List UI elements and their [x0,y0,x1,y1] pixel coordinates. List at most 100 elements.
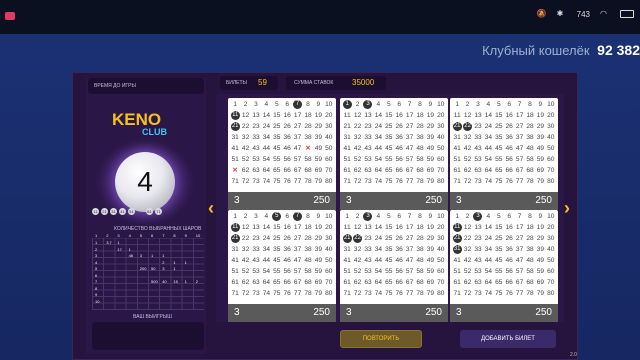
ticket-number[interactable]: 17 [292,111,302,121]
ticket-number[interactable]: 4 [261,100,271,110]
ticket-number[interactable]: 68 [525,166,535,176]
ticket-number[interactable]: 6 [504,100,514,110]
ticket-number[interactable]: 61 [452,278,462,288]
ticket-number[interactable]: 74 [483,177,493,187]
ticket-number[interactable]: 31 [452,245,462,254]
ticket-number[interactable]: 45 [494,256,504,266]
ticket-number[interactable]: 30 [436,122,446,132]
ticket-number[interactable]: 61 [342,278,352,288]
ticket-number[interactable]: 51 [230,155,240,165]
ticket-number[interactable]: 51 [452,267,462,277]
ticket-number[interactable]: 11 [452,223,462,232]
ticket-number[interactable]: 26 [504,234,514,244]
ticket-number[interactable]: 55 [272,267,282,277]
ticket-number[interactable]: 45 [384,256,394,266]
ticket-number[interactable]: 80 [324,177,334,187]
ticket-number[interactable]: 46 [504,256,514,266]
ticket-number[interactable]: 1 [452,212,462,222]
ticket-number[interactable]: 14 [483,111,493,121]
ticket-number[interactable]: 9 [535,212,545,222]
ticket-number[interactable]: 1 [342,212,352,222]
ticket-number[interactable]: 77 [404,177,414,187]
ticket-number[interactable]: 56 [504,155,514,165]
ticket-number[interactable]: 64 [373,166,383,176]
ticket-number[interactable]: 49 [535,256,545,266]
ticket-card[interactable]: 1 2 3 4 5 6 7 8 9 10 11 12 13 14 15 16 17 18 19 20 21 22 23 24 2… [450,210,558,322]
ticket-number[interactable]: 48 [525,256,535,266]
ticket-number[interactable]: 38 [525,133,535,143]
ticket-number[interactable]: 5 [272,100,282,110]
ticket-number[interactable]: 58 [415,155,425,165]
ticket-number[interactable]: 20 [324,111,334,121]
ticket-number[interactable]: 42 [352,144,362,154]
ticket-number[interactable]: 4 [483,100,493,110]
ticket-number[interactable]: 73 [251,177,261,187]
ticket-number[interactable]: 45 [272,256,282,266]
ticket-number[interactable]: 29 [425,234,435,244]
ticket-number[interactable]: ✕ [303,144,313,154]
ticket-number[interactable]: 3 [251,100,261,110]
ticket-number[interactable]: 76 [282,177,292,187]
ticket-number[interactable]: 55 [494,155,504,165]
ticket-number[interactable]: 79 [313,177,323,187]
ticket-number[interactable]: 71 [452,177,462,187]
ticket-number[interactable]: 38 [303,245,313,255]
ticket-number[interactable]: 78 [303,289,313,299]
ticket-number[interactable]: 2 [462,212,472,222]
ticket-number[interactable]: 59 [425,267,435,277]
ticket-number[interactable]: 38 [415,245,425,255]
ticket-number[interactable]: 54 [373,155,383,165]
ticket-number[interactable]: 75 [494,177,504,187]
ticket-number[interactable]: 7 [514,100,524,110]
ticket-number[interactable]: 79 [425,289,435,299]
ticket-number[interactable]: 67 [514,278,524,288]
ticket-number[interactable]: 2 [352,100,362,110]
ticket-number[interactable]: 61 [452,166,462,176]
ticket-number[interactable]: 46 [394,144,404,154]
ticket-number[interactable]: 58 [525,155,535,165]
ticket-number[interactable]: 37 [404,133,414,143]
ticket-number[interactable]: 23 [363,234,373,244]
ticket-number[interactable]: 63 [251,166,261,176]
ticket-number[interactable]: 36 [282,245,292,255]
ticket-number[interactable]: 46 [282,144,292,154]
ticket-number[interactable]: 37 [292,133,302,143]
ticket-number[interactable]: 7 [293,100,303,109]
ticket-number[interactable]: 11 [342,223,352,233]
ticket-number[interactable]: 58 [415,267,425,277]
ticket-number[interactable]: 35 [494,245,504,255]
ticket-number[interactable]: 73 [473,177,483,187]
ticket-number[interactable]: 47 [292,144,302,154]
ticket-number[interactable]: 17 [514,223,524,233]
ticket-number[interactable]: 36 [394,245,404,255]
ticket-number[interactable]: 36 [282,133,292,143]
ticket-number[interactable]: 26 [282,122,292,132]
ticket-number[interactable]: 69 [535,278,545,288]
ticket-number[interactable]: 75 [272,177,282,187]
ticket-number[interactable]: 75 [272,289,282,299]
ticket-number[interactable]: 80 [546,177,556,187]
ticket-number[interactable]: 57 [292,155,302,165]
ticket-number[interactable]: 40 [546,133,556,143]
ticket-number[interactable]: 19 [535,111,545,121]
ticket-number[interactable]: 13 [251,111,261,121]
ticket-number[interactable]: 72 [462,177,472,187]
ticket-number[interactable]: 39 [535,245,545,255]
ticket-number[interactable]: 68 [525,278,535,288]
ticket-number[interactable]: 16 [394,111,404,121]
ticket-number[interactable]: 52 [240,155,250,165]
ticket-number[interactable]: 35 [384,133,394,143]
ticket-card[interactable]: 1 2 3 4 5 6 7 8 9 10 11 12 13 14 15 16 17 18 19 20 21 22 23 24 2… [228,210,336,322]
ticket-number[interactable]: 8 [303,212,313,222]
ticket-number[interactable]: 29 [535,234,545,244]
ticket-number[interactable]: 43 [251,256,261,266]
ticket-number[interactable]: 27 [514,122,524,132]
ticket-number[interactable]: 78 [525,177,535,187]
ticket-number[interactable]: 21 [452,122,462,131]
ticket-number[interactable]: 22 [240,122,250,132]
ticket-number[interactable]: 76 [394,289,404,299]
ticket-number[interactable]: 66 [504,278,514,288]
ticket-number[interactable]: 75 [494,289,504,299]
ticket-number[interactable]: 77 [514,289,524,299]
ticket-number[interactable]: 30 [324,234,334,244]
